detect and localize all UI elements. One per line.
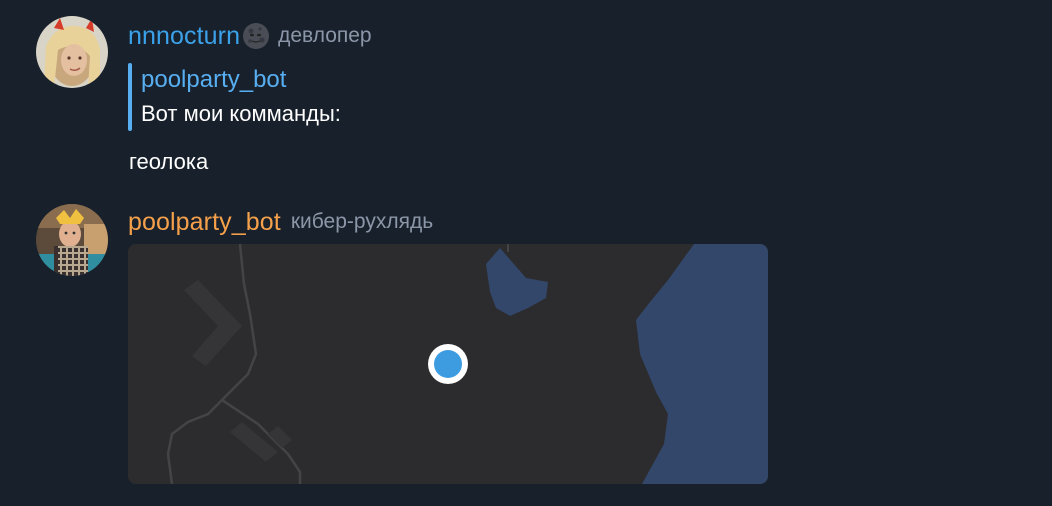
chat-view: nnnocturn девлопер poolparty_bot Вот мои… [0,0,1052,506]
reply-quote[interactable]: poolparty_bot Вот мои комманды: [128,63,341,131]
message: poolparty_bot кибер-рухлядь [0,200,1052,506]
message-header: nnnocturn девлопер [128,19,372,53]
reply-bar [128,63,132,131]
reply-author: poolparty_bot [141,66,287,93]
reply-body: poolparty_bot Вот мои комманды: [141,63,341,131]
author-name[interactable]: poolparty_bot [128,208,281,237]
location-map[interactable] [128,244,768,484]
author-role: кибер-рухлядь [290,210,434,233]
author-name[interactable]: nnnocturn [128,22,240,51]
avatar[interactable] [36,16,108,88]
author-role: девлопер [278,24,372,47]
message-text: геолока [129,149,209,174]
message-header: poolparty_bot кибер-рухлядь [128,205,433,239]
reply-text: Вот мои комманды: [141,101,341,126]
new-moon-face-icon [242,22,270,50]
avatar[interactable] [36,204,108,276]
message: nnnocturn девлопер poolparty_bot Вот мои… [0,0,1052,200]
